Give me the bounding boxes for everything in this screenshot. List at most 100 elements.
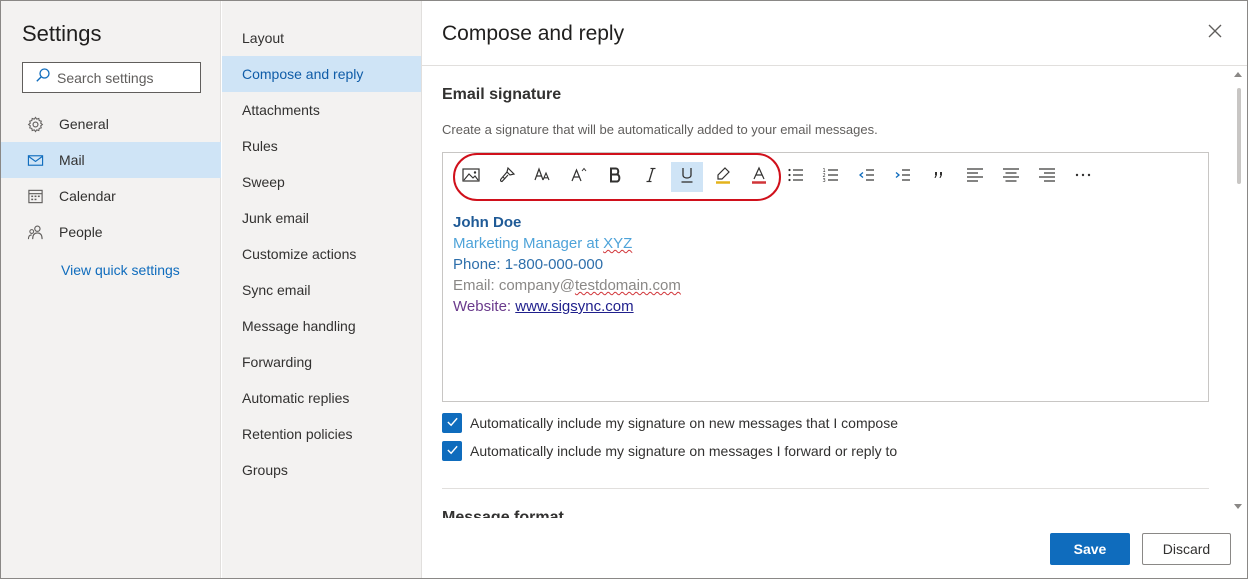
- category-label: People: [59, 224, 103, 240]
- checkbox-new-messages[interactable]: [442, 413, 462, 433]
- bold-button[interactable]: [599, 162, 631, 192]
- format-painter-icon: [497, 165, 517, 190]
- scroll-thumb[interactable]: [1237, 88, 1241, 184]
- people-icon: [26, 223, 44, 241]
- nav-item-attachments[interactable]: Attachments: [222, 92, 421, 128]
- mail-icon: [26, 151, 44, 169]
- font-size-button[interactable]: [563, 162, 595, 192]
- font-button[interactable]: [527, 162, 559, 192]
- insert-picture-icon: [461, 165, 481, 190]
- nav-item-junk-email[interactable]: Junk email: [222, 200, 421, 236]
- category-general[interactable]: General: [1, 106, 221, 142]
- category-label: Mail: [59, 152, 85, 168]
- header-divider: [422, 65, 1247, 66]
- signature-name: John Doe: [453, 214, 522, 231]
- signature-website-link[interactable]: www.sigsync.com: [515, 298, 633, 315]
- nav-item-compose-and-reply[interactable]: Compose and reply: [222, 56, 421, 92]
- search-box[interactable]: [22, 62, 201, 93]
- align-left-icon: [965, 165, 985, 190]
- signature-phone: Phone: 1-800-000-000: [453, 256, 604, 273]
- bullets-button[interactable]: [780, 162, 812, 192]
- checkbox-forward-reply[interactable]: [442, 441, 462, 461]
- scrollbar[interactable]: [1230, 66, 1247, 518]
- checkbox-row-new-messages[interactable]: Automatically include my signature on ne…: [442, 413, 898, 433]
- discard-button[interactable]: Discard: [1142, 533, 1231, 565]
- search-input[interactable]: [57, 69, 197, 86]
- font-color-button[interactable]: [743, 162, 775, 192]
- bullets-icon: [786, 165, 806, 190]
- signature-editor[interactable]: 123 John Doe Marketing Manager at XYZ Ph…: [442, 152, 1209, 402]
- quote-icon: [929, 165, 949, 190]
- gear-icon: [26, 115, 44, 133]
- highlight-button[interactable]: [707, 162, 739, 192]
- nav-item-sync-email[interactable]: Sync email: [222, 272, 421, 308]
- scroll-down-arrow[interactable]: [1234, 504, 1242, 509]
- settings-title: Settings: [22, 21, 102, 46]
- insert-picture-button[interactable]: [455, 162, 487, 192]
- signature-website: Website: www.sigsync.com: [453, 298, 634, 315]
- nav-item-message-handling[interactable]: Message handling: [222, 308, 421, 344]
- category-label: General: [59, 116, 109, 132]
- svg-text:3: 3: [823, 178, 826, 184]
- quote-button[interactable]: [923, 162, 955, 192]
- nav-item-groups[interactable]: Groups: [222, 452, 421, 488]
- signature-role: Marketing Manager at XYZ: [453, 235, 632, 252]
- nav-item-sweep[interactable]: Sweep: [222, 164, 421, 200]
- search-icon: [35, 67, 51, 88]
- nav-item-automatic-replies[interactable]: Automatic replies: [222, 380, 421, 416]
- decrease-indent-icon: [857, 165, 877, 190]
- signature-email: Email: company@testdomain.com: [453, 277, 681, 294]
- signature-email-domain: testdomain.com: [574, 277, 681, 294]
- nav-item-retention-policies[interactable]: Retention policies: [222, 416, 421, 452]
- save-button[interactable]: Save: [1050, 533, 1130, 565]
- category-people[interactable]: People: [1, 214, 221, 250]
- numbering-icon: 123: [821, 165, 841, 190]
- italic-icon: [641, 165, 661, 190]
- align-center-icon: [1001, 165, 1021, 190]
- numbering-button[interactable]: 123: [815, 162, 847, 192]
- align-center-button[interactable]: [995, 162, 1027, 192]
- align-right-button[interactable]: [1031, 162, 1063, 192]
- mail-settings-nav: Layout Compose and reply Attachments Rul…: [222, 1, 422, 578]
- category-calendar[interactable]: Calendar: [1, 178, 221, 214]
- section-title-message-format: Message format: [442, 510, 564, 518]
- signature-role-prefix: Marketing Manager at: [453, 235, 604, 252]
- page-title: Compose and reply: [442, 22, 625, 45]
- signature-company: XYZ: [603, 235, 633, 252]
- decrease-indent-button[interactable]: [851, 162, 883, 192]
- underline-icon: [677, 165, 697, 190]
- section-title-email-signature: Email signature: [442, 86, 562, 103]
- nav-item-forwarding[interactable]: Forwarding: [222, 344, 421, 380]
- nav-item-customize-actions[interactable]: Customize actions: [222, 236, 421, 272]
- nav-item-layout[interactable]: Layout: [222, 20, 421, 56]
- nav-item-rules[interactable]: Rules: [222, 128, 421, 164]
- highlight-icon: [713, 165, 733, 190]
- checkbox-label: Automatically include my signature on me…: [470, 443, 898, 459]
- align-right-icon: [1037, 165, 1057, 190]
- font-size-icon: [569, 165, 589, 190]
- more-options-icon: [1073, 165, 1093, 190]
- more-options-button[interactable]: [1067, 162, 1099, 192]
- section-divider: [442, 488, 1209, 489]
- format-painter-button[interactable]: [491, 162, 523, 192]
- italic-button[interactable]: [635, 162, 667, 192]
- signature-website-prefix: Website:: [453, 298, 516, 315]
- category-mail[interactable]: Mail: [1, 142, 221, 178]
- scroll-up-arrow[interactable]: [1234, 72, 1242, 77]
- close-button[interactable]: [1205, 23, 1225, 43]
- align-left-button[interactable]: [959, 162, 991, 192]
- calendar-icon: [26, 187, 44, 205]
- checkmark-icon: [446, 415, 459, 431]
- checkmark-icon: [446, 443, 459, 459]
- compose-and-reply-panel: Compose and reply Email signature Create…: [422, 1, 1247, 578]
- category-label: Calendar: [59, 188, 116, 204]
- underline-button[interactable]: [671, 162, 703, 192]
- view-quick-settings-link[interactable]: View quick settings: [61, 262, 180, 278]
- settings-categories-pane: Settings General Mail Calendar: [1, 1, 221, 578]
- bold-icon: [605, 165, 625, 190]
- signature-email-prefix: Email: company@: [453, 277, 575, 294]
- checkbox-row-forward-reply[interactable]: Automatically include my signature on me…: [442, 441, 897, 461]
- increase-indent-button[interactable]: [887, 162, 919, 192]
- checkbox-label: Automatically include my signature on ne…: [470, 415, 898, 431]
- settings-dialog: Settings General Mail Calendar: [0, 0, 1248, 579]
